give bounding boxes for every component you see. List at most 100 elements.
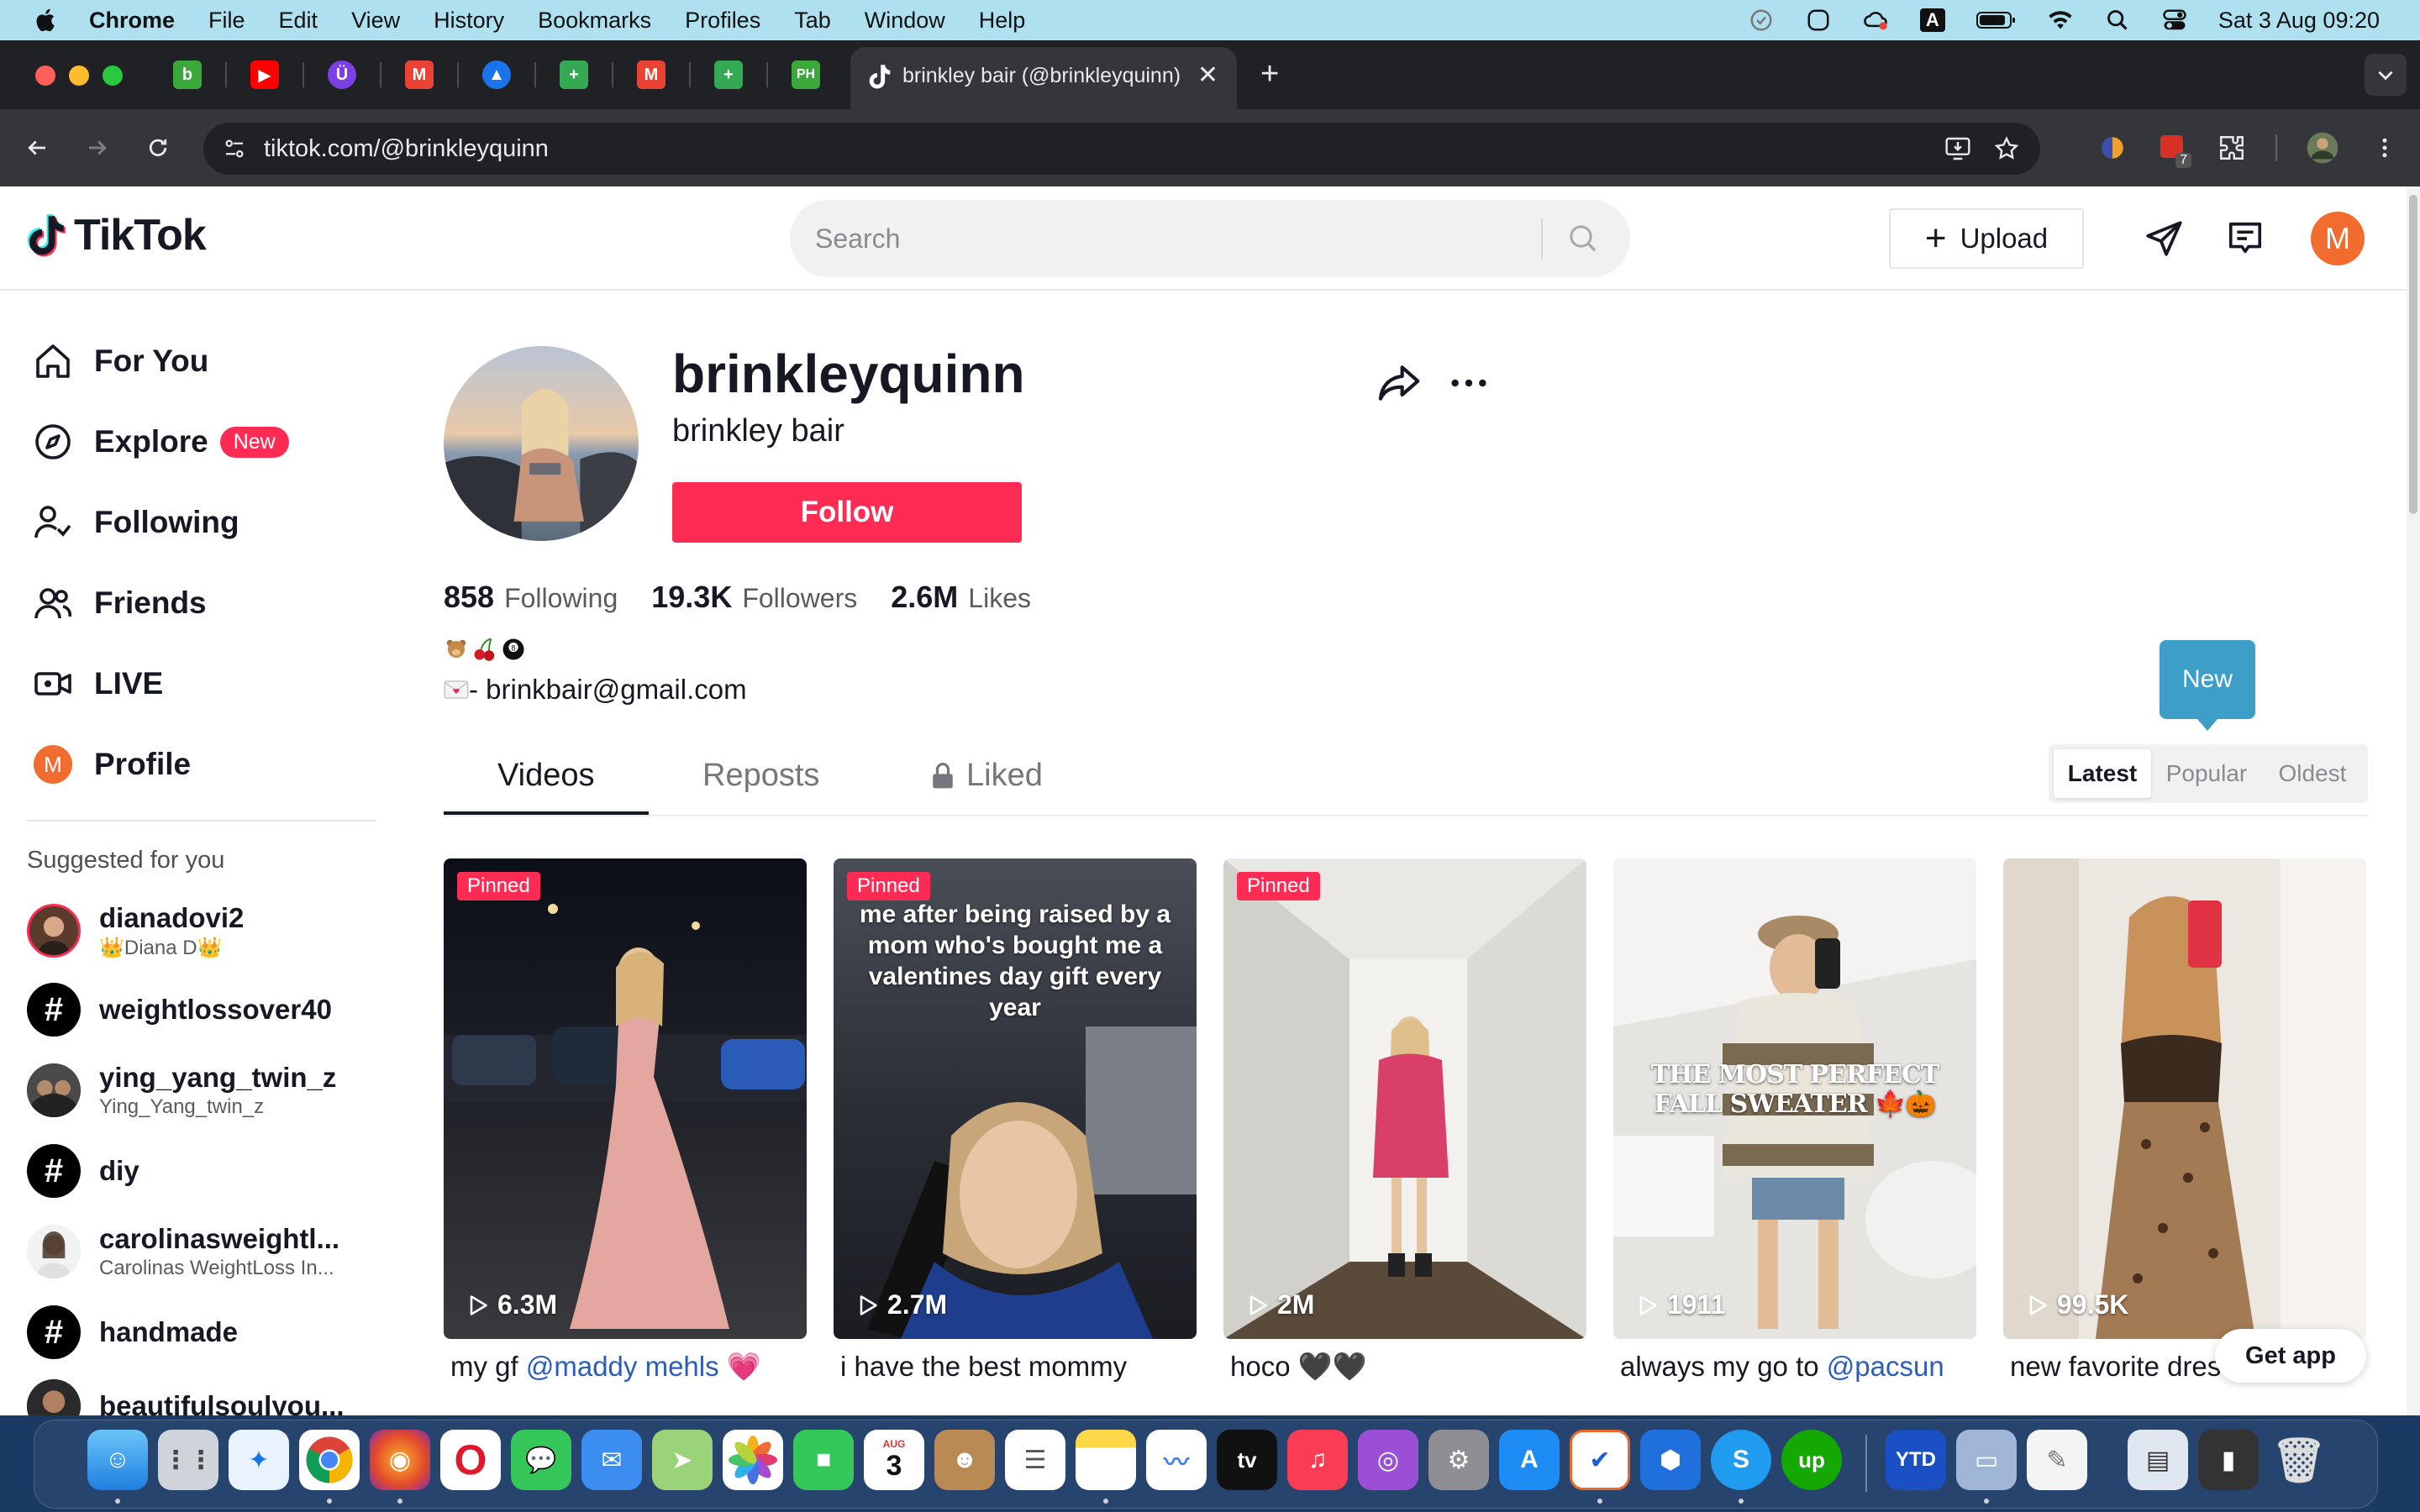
contacts-icon[interactable]: ☻	[934, 1430, 995, 1490]
nav-explore[interactable]: Explore New	[30, 417, 289, 467]
safari-icon[interactable]: ✦	[229, 1430, 289, 1490]
apple-tv-icon[interactable]: tv	[1217, 1430, 1277, 1490]
tiktok-logo[interactable]: TikTok	[27, 210, 207, 260]
finder-icon[interactable]: ☺	[87, 1430, 148, 1490]
tab-search-button[interactable]	[2365, 54, 2407, 96]
video-card[interactable]: Pinned 6.3M	[444, 858, 807, 1339]
extensions-button[interactable]	[2215, 131, 2249, 165]
user-avatar[interactable]: M	[2311, 212, 2365, 265]
followers-label[interactable]: Followers	[742, 583, 857, 614]
menu-app-chrome[interactable]: Chrome	[89, 8, 175, 34]
tab-close-icon[interactable]: ✕	[1197, 60, 1218, 90]
nav-profile[interactable]: M Profile	[30, 739, 191, 790]
upload-button[interactable]: + Upload	[1889, 208, 2084, 269]
new-tab-button[interactable]: +	[1260, 57, 1279, 91]
opera-icon[interactable]: O	[440, 1430, 501, 1490]
profile-button[interactable]	[2306, 131, 2339, 165]
video-caption[interactable]: my gf @maddy mehls 💗	[450, 1351, 813, 1383]
suggested-account[interactable]: dianadovi2 👑Diana D👑	[27, 897, 244, 964]
rounded-square-icon[interactable]	[1805, 7, 1832, 34]
pinned-tab-gmail[interactable]: M	[405, 60, 434, 89]
reminders-icon[interactable]: ☰	[1005, 1430, 1065, 1490]
video-card[interactable]: Pinned me after being raised by a mom wh…	[834, 858, 1197, 1339]
nav-following[interactable]: Following	[30, 497, 239, 548]
calendar-icon[interactable]: AUG 3	[864, 1430, 924, 1490]
app-store-icon[interactable]: A	[1499, 1430, 1560, 1490]
freeform-icon[interactable]: 〰	[1146, 1430, 1207, 1490]
followers-count[interactable]: 19.3K	[651, 580, 732, 615]
maps-icon[interactable]: ➤	[652, 1430, 713, 1490]
notes-icon[interactable]	[1076, 1430, 1136, 1490]
menu-profiles[interactable]: Profiles	[685, 8, 760, 34]
photos-icon[interactable]	[723, 1430, 783, 1490]
caption-mention[interactable]: @pacsun	[1827, 1351, 1944, 1382]
following-count[interactable]: 858	[444, 580, 494, 615]
nav-live[interactable]: LIVE	[30, 659, 163, 709]
video-caption[interactable]: i have the best mommy	[840, 1351, 1203, 1383]
skype-icon[interactable]: S	[1711, 1430, 1771, 1490]
nav-friends[interactable]: Friends	[30, 578, 207, 628]
suggested-hashtag[interactable]: # weightlossover40	[27, 976, 332, 1043]
page-scrollbar[interactable]	[2407, 186, 2420, 1415]
suggested-account[interactable]: beautifulsoulyou...	[27, 1373, 345, 1415]
video-card[interactable]: Pinned 2M	[1223, 858, 1586, 1339]
battery-icon[interactable]	[1975, 7, 2017, 34]
video-card[interactable]: 99.5K	[2003, 858, 2366, 1339]
trash-icon[interactable]: 🗑	[2269, 1430, 2329, 1490]
sort-popular[interactable]: Popular	[2156, 749, 2257, 798]
podcasts-icon[interactable]: ◎	[1358, 1430, 1418, 1490]
install-app-icon[interactable]	[1944, 136, 1971, 161]
spotlight-search-icon[interactable]	[2104, 7, 2131, 34]
video-caption[interactable]: hoco 🖤🖤	[1230, 1351, 1593, 1383]
get-app-button[interactable]: Get app	[2215, 1329, 2366, 1383]
omnifocus-icon[interactable]: ✔	[1570, 1430, 1630, 1490]
window-zoom-button[interactable]	[103, 66, 123, 86]
following-label[interactable]: Following	[504, 583, 618, 614]
downloads-stack-icon[interactable]: ▤	[2128, 1430, 2188, 1490]
tab-liked[interactable]: Liked	[929, 758, 1043, 794]
pinned-tab-5[interactable]: ▲	[482, 60, 511, 89]
wifi-icon[interactable]	[2047, 7, 2074, 34]
bookmark-star-icon[interactable]	[1993, 135, 2020, 162]
search-button[interactable]	[1561, 217, 1605, 260]
suggested-account[interactable]: ying_yang_twin_z Ying_Yang_twin_z	[27, 1057, 336, 1124]
window-close-button[interactable]	[35, 66, 55, 86]
facetime-icon[interactable]: ■	[793, 1430, 854, 1490]
menu-history[interactable]: History	[434, 8, 504, 34]
site-settings-icon[interactable]	[222, 136, 247, 161]
sort-latest[interactable]: Latest	[2054, 749, 2151, 798]
extension-2[interactable]: 7	[2156, 131, 2191, 168]
window-minimize-button[interactable]	[69, 66, 89, 86]
video-caption[interactable]: new favorite dress	[2010, 1351, 2228, 1383]
system-settings-icon[interactable]: ⚙	[1428, 1430, 1489, 1490]
control-center-icon[interactable]	[2161, 7, 2188, 34]
pinned-tab-gmail-2[interactable]: M	[637, 60, 666, 89]
pinned-tab-youtube[interactable]: ▶	[250, 60, 279, 89]
music-icon[interactable]: ♫	[1287, 1430, 1348, 1490]
back-button[interactable]	[20, 131, 54, 165]
menu-edit[interactable]: Edit	[279, 8, 318, 34]
pinned-tab-sheets-2[interactable]: +	[714, 60, 743, 89]
pinned-tab-ph[interactable]: PH	[792, 60, 820, 89]
launchpad-icon[interactable]: ⋮⋮	[158, 1430, 218, 1490]
share-icon[interactable]	[1375, 360, 1422, 407]
documents-stack-icon[interactable]: ▮	[2198, 1430, 2259, 1490]
mail-icon[interactable]: ✉	[581, 1430, 642, 1490]
pinned-tab-sheets[interactable]: +	[560, 60, 588, 89]
textedit-icon[interactable]: ✎	[2027, 1430, 2087, 1490]
reload-button[interactable]	[141, 131, 175, 165]
video-card[interactable]: THE MOST PERFECT FALL SWEATER 🍁🎃 1911	[1613, 858, 1976, 1339]
preview-icon[interactable]: ▭	[1956, 1430, 2017, 1490]
messages-icon[interactable]: 💬	[511, 1430, 571, 1490]
caption-mention[interactable]: @maddy mehls	[526, 1351, 719, 1382]
checkmark-circle-icon[interactable]	[1748, 7, 1775, 34]
address-bar[interactable]: tiktok.com/@brinkleyquinn	[203, 123, 2040, 175]
chrome-icon[interactable]	[299, 1430, 360, 1490]
apple-menu-icon[interactable]	[32, 6, 60, 34]
pinned-tab-3[interactable]: Ü	[328, 60, 356, 89]
scrollbar-thumb[interactable]	[2409, 195, 2417, 514]
firefox-icon[interactable]: ◉	[370, 1430, 430, 1490]
nav-for-you[interactable]: For You	[30, 336, 208, 386]
menu-help[interactable]: Help	[979, 8, 1026, 34]
pinned-tab-1[interactable]: b	[173, 60, 202, 89]
